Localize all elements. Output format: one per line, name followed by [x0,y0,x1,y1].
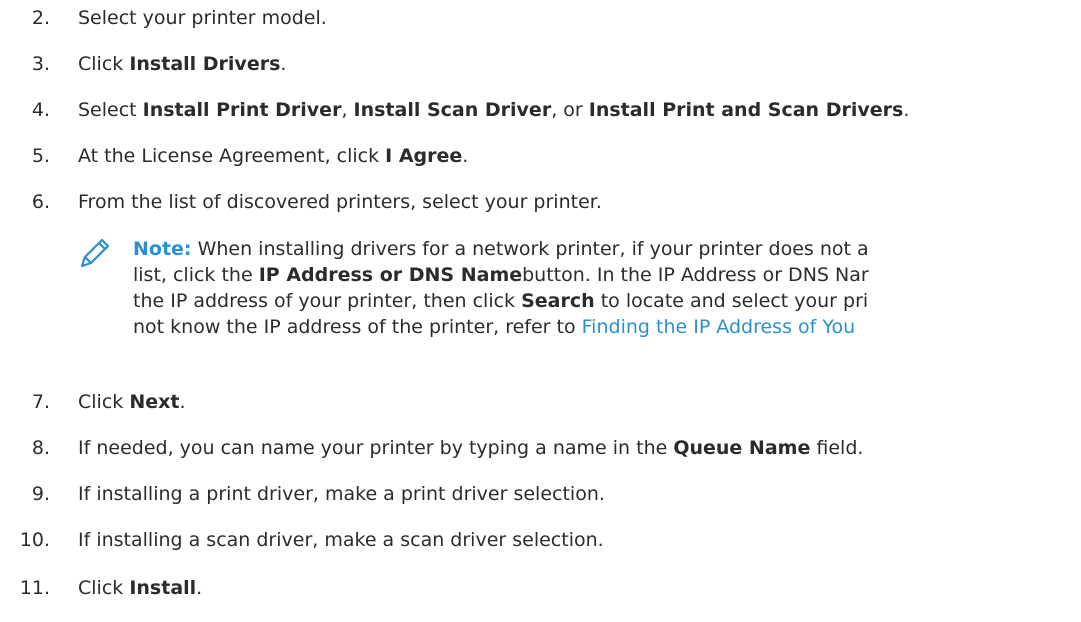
step-text-part: , or [551,99,589,121]
step-number: 5. [31,145,50,167]
note-text-part: not know the IP address of the printer, … [133,316,582,338]
pencil-icon [78,236,112,270]
step-text: Select Install Print Driver, Install Sca… [78,98,909,122]
step-text-part: . [179,391,186,413]
step-text: If installing a print driver, make a pri… [78,483,605,505]
note-line: list, click the IP Address or DNS Namebu… [133,262,869,288]
note-text: Note: When installing drivers for a netw… [133,236,869,340]
step-number: 4. [31,99,50,121]
note-text-part: to locate and select your pri [594,290,869,312]
note-line: not know the IP address of the printer, … [133,314,869,340]
ui-term: Install Print Driver [142,99,342,121]
note-text-part: list, click the [133,264,259,286]
step-text-part: . [903,99,910,121]
note-line: the IP address of your printer, then cli… [133,288,869,314]
step-text: Click Next. [78,390,186,414]
ui-term: Install Print and Scan Drivers [588,99,904,121]
note-callout: Note: When installing drivers for a netw… [78,236,1081,376]
step-number: 10. [19,529,50,551]
step-text-part: Click [78,391,130,413]
step-number: 6. [31,191,50,213]
note-line: Note: When installing drivers for a netw… [133,236,869,262]
step-text: If needed, you can name your printer by … [78,436,863,460]
ui-term: Install [129,577,197,599]
note-text-part: When installing drivers for a network pr… [191,238,869,260]
step-text-part: . [462,145,469,167]
step-text-part: Select [78,99,143,121]
step-number: 8. [31,437,50,459]
step-text-part: . [196,577,203,599]
step-number: 9. [31,483,50,505]
step-number: 11. [19,577,50,599]
ui-term: IP Address or DNS Name [258,264,523,286]
ip-address-link[interactable]: Finding the IP Address of You [582,316,855,338]
step-text: Click Install Drivers. [78,52,286,76]
step-number: 2. [31,7,50,29]
step-text: From the list of discovered printers, se… [78,191,602,213]
step-text-part: . [280,53,287,75]
step-text: At the License Agreement, click I Agree. [78,144,468,168]
ui-term: I Agree [385,145,463,167]
step-text-part: field. [810,437,864,459]
step-text-part: , [341,99,354,121]
step-text-part: At the License Agreement, click [78,145,386,167]
step-text-part: Click [78,577,130,599]
step-number: 3. [31,53,50,75]
note-text-part: the IP address of your printer, then cli… [133,290,522,312]
step-text-part: If needed, you can name your printer by … [78,437,674,459]
step-text: If installing a scan driver, make a scan… [78,529,604,551]
step-text-part: Click [78,53,130,75]
step-text: Select your printer model. [78,7,327,29]
note-text-part: button. In the IP Address or DNS Nar [522,264,869,286]
note-label: Note: [133,238,192,260]
ui-term: Install Drivers [129,53,281,75]
step-number: 7. [31,391,50,413]
ui-term: Install Scan Driver [353,99,552,121]
ui-term: Next [129,391,180,413]
ui-term: Search [521,290,595,312]
step-text: Click Install. [78,576,202,600]
ui-term: Queue Name [673,437,811,459]
